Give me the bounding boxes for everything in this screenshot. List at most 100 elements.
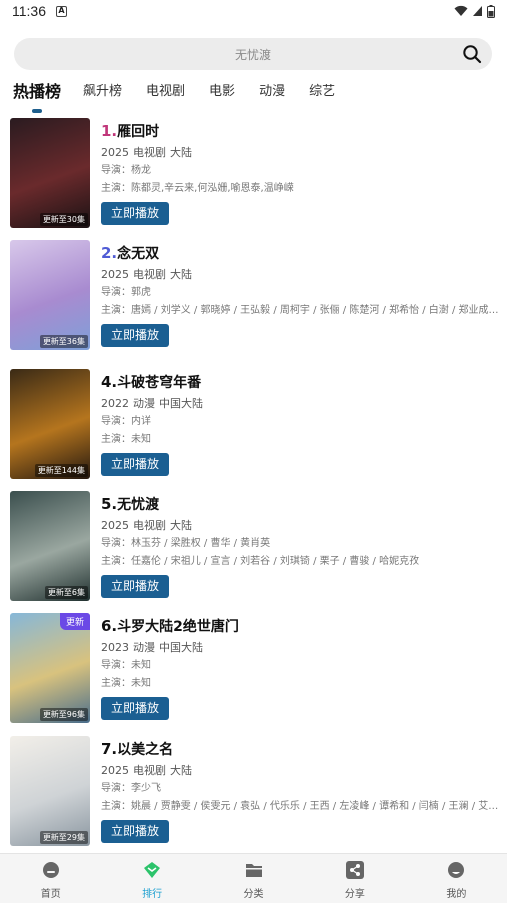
item-meta: 2025 电视剧 大陆 — [101, 517, 499, 535]
item-meta: 2022 动漫 中国大陆 — [101, 395, 499, 413]
region: 大陆 — [170, 146, 192, 159]
search-input[interactable]: 无忧渡 — [235, 46, 271, 63]
nav-label: 排行 — [142, 889, 163, 900]
list-item[interactable]: 更新 更新至96集 6.斗罗大陆2绝世唐门 2023 动漫 中国大陆 导演：未知 主… — [10, 613, 500, 723]
nav-category[interactable]: 分类 — [203, 854, 304, 903]
list-item[interactable]: 更新至6集 5.无忧渡 2025 电视剧 大陆 导演：林玉芬 / 梁胜权 / 曹华 … — [10, 491, 500, 601]
bottom-nav: 首页 排行 分类 分享 我的 — [0, 853, 507, 903]
item-meta: 2025 电视剧 大陆 — [101, 144, 499, 162]
tab-rising[interactable]: 飙升榜 — [83, 81, 122, 105]
nav-profile[interactable]: 我的 — [406, 854, 507, 903]
type: 电视剧 — [133, 519, 166, 532]
play-button[interactable]: 立即播放 — [101, 324, 169, 347]
nav-label: 分享 — [344, 889, 365, 900]
list-item[interactable]: 更新至29集 7.以美之名 2025 电视剧 大陆 导演：李少飞 主演：姚晨 / 贾… — [10, 736, 500, 846]
item-title[interactable]: 7.以美之名 — [101, 738, 499, 760]
title-text: 斗罗大陆2绝世唐门 — [117, 619, 239, 635]
poster-image[interactable]: 更新至30集 — [10, 118, 90, 228]
item-meta: 2023 动漫 中国大陆 — [101, 639, 499, 657]
type: 电视剧 — [133, 268, 166, 281]
play-button[interactable]: 立即播放 — [101, 202, 169, 225]
rank-number: 2. — [101, 244, 118, 262]
episode-status: 更新至96集 — [39, 708, 88, 721]
play-button[interactable]: 立即播放 — [101, 453, 169, 476]
item-title[interactable]: 5.无忧渡 — [101, 493, 499, 515]
director: 导演：内详 — [101, 416, 151, 427]
item-meta: 2025 电视剧 大陆 — [101, 266, 499, 284]
nav-label: 分类 — [243, 889, 264, 900]
tab-tv[interactable]: 电视剧 — [146, 81, 185, 105]
year: 2025 — [101, 268, 129, 281]
type: 电视剧 — [133, 764, 166, 777]
episode-status: 更新至30集 — [39, 213, 88, 226]
nav-ranking[interactable]: 排行 — [101, 854, 202, 903]
tab-anime[interactable]: 动漫 — [259, 81, 285, 105]
episode-status: 更新至144集 — [34, 464, 88, 477]
ranking-icon — [144, 862, 161, 878]
play-button[interactable]: 立即播放 — [101, 820, 169, 843]
item-title[interactable]: 6.斗罗大陆2绝世唐门 — [101, 615, 499, 637]
title-text: 雁回时 — [117, 124, 160, 140]
rank-number: 1. — [101, 122, 118, 140]
region: 中国大陆 — [159, 641, 203, 654]
cast: 主演：陈都灵,辛云来,何泓姗,喻恩泰,温峥嵘 — [101, 183, 294, 194]
year: 2022 — [101, 397, 129, 410]
share-icon — [345, 861, 364, 879]
status-bar: 11:36 A — [0, 0, 507, 22]
tab-movie[interactable]: 电影 — [209, 81, 235, 105]
region: 大陆 — [170, 268, 192, 281]
list-item[interactable]: 更新至144集 4.斗破苍穹年番 2022 动漫 中国大陆 导演：内详 主演：未知 … — [10, 369, 500, 479]
item-info: 1.雁回时 2025 电视剧 大陆 导演：杨龙 主演：陈都灵,辛云来,何泓姗,喻恩泰… — [101, 120, 499, 198]
rank-number: 5. — [101, 495, 118, 513]
cast: 主演：未知 — [101, 678, 151, 689]
play-button[interactable]: 立即播放 — [101, 697, 169, 720]
year: 2025 — [101, 519, 129, 532]
tab-variety[interactable]: 综艺 — [309, 81, 335, 105]
nav-label: 首页 — [40, 889, 61, 900]
rank-number: 6. — [101, 617, 118, 635]
item-title[interactable]: 2.念无双 — [101, 242, 499, 264]
director: 导演：郭虎 — [101, 287, 151, 298]
episode-status: 更新至6集 — [44, 586, 88, 599]
rank-number: 7. — [101, 740, 118, 758]
poster-image[interactable]: 更新至36集 — [10, 240, 90, 350]
wifi-icon — [454, 5, 468, 16]
poster-image[interactable]: 更新至6集 — [10, 491, 90, 601]
type: 动漫 — [133, 397, 155, 410]
nav-home[interactable]: 首页 — [0, 854, 101, 903]
search-bar[interactable]: 无忧渡 — [14, 38, 492, 70]
cast: 主演：姚晨 / 贾静雯 / 侯雯元 / 袁弘 / 代乐乐 / 王西 / 左凌峰 … — [101, 801, 499, 812]
director: 导演：林玉芬 / 梁胜权 / 曹华 / 黄肖英 — [101, 538, 271, 549]
director: 导演：李少飞 — [101, 783, 161, 794]
profile-icon — [448, 862, 465, 878]
item-title[interactable]: 1.雁回时 — [101, 120, 499, 142]
director: 导演：未知 — [101, 660, 151, 671]
title-text: 无忧渡 — [117, 497, 160, 513]
region: 大陆 — [170, 519, 192, 532]
title-text: 念无双 — [117, 246, 160, 262]
year: 2025 — [101, 764, 129, 777]
nav-share[interactable]: 分享 — [304, 854, 405, 903]
tab-hot[interactable]: 热播榜 — [13, 81, 61, 113]
list-item[interactable]: 更新至30集 1.雁回时 2025 电视剧 大陆 导演：杨龙 主演：陈都灵,辛云来,… — [10, 118, 500, 228]
episode-status: 更新至29集 — [39, 831, 88, 844]
cast: 主演：未知 — [101, 434, 151, 445]
title-text: 斗破苍穹年番 — [117, 375, 202, 391]
poster-image[interactable]: 更新至29集 — [10, 736, 90, 846]
cast: 主演：任嘉伦 / 宋祖儿 / 宣言 / 刘若谷 / 刘琪锜 / 栗子 / 曹骏 … — [101, 556, 420, 567]
item-meta: 2025 电视剧 大陆 — [101, 762, 499, 780]
region: 中国大陆 — [159, 397, 203, 410]
nav-label: 我的 — [446, 889, 467, 900]
play-button[interactable]: 立即播放 — [101, 575, 169, 598]
item-title[interactable]: 4.斗破苍穹年番 — [101, 371, 499, 393]
director: 导演：杨龙 — [101, 165, 151, 176]
battery-icon — [487, 4, 495, 18]
list-item[interactable]: 更新至36集 2.念无双 2025 电视剧 大陆 导演：郭虎 主演：唐嫣 / 刘学义… — [10, 240, 500, 350]
item-info: 5.无忧渡 2025 电视剧 大陆 导演：林玉芬 / 梁胜权 / 曹华 / 黄肖英 … — [101, 493, 499, 571]
signal-icon — [473, 6, 482, 16]
poster-image[interactable]: 更新 更新至96集 — [10, 613, 90, 723]
item-info: 7.以美之名 2025 电视剧 大陆 导演：李少飞 主演：姚晨 / 贾静雯 / 侯雯… — [101, 738, 499, 816]
item-info: 4.斗破苍穹年番 2022 动漫 中国大陆 导演：内详 主演：未知 — [101, 371, 499, 449]
poster-image[interactable]: 更新至144集 — [10, 369, 90, 479]
search-icon[interactable] — [462, 44, 482, 64]
